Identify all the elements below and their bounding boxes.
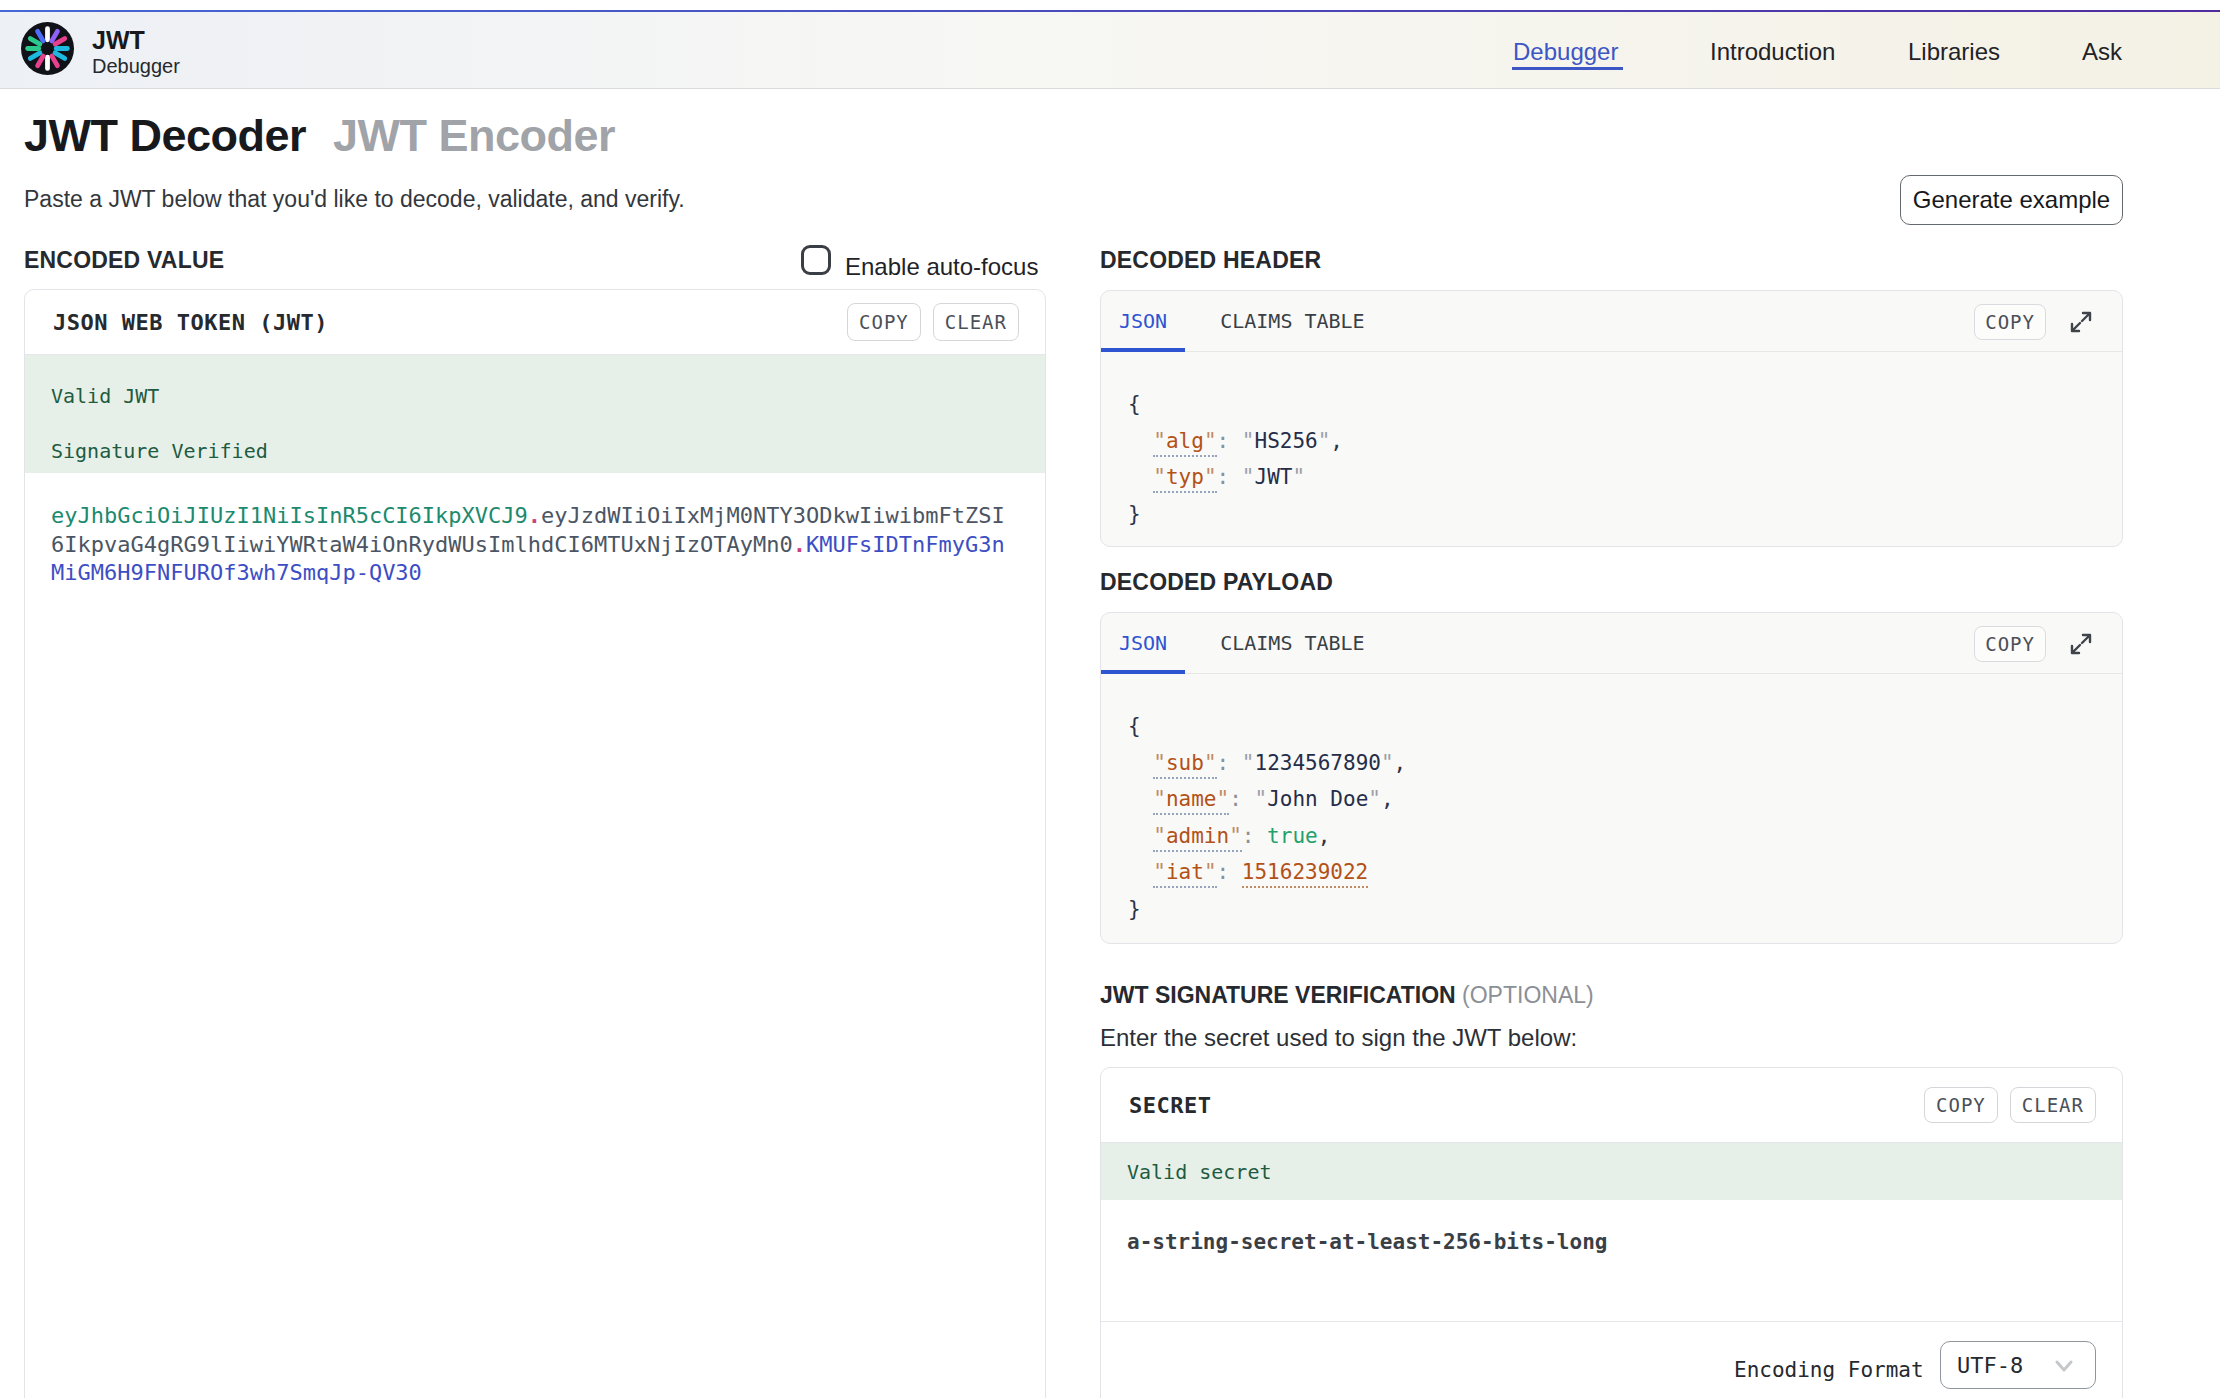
nav-link-debugger[interactable]: Debugger [1513,38,1618,66]
active-nav-underline [1512,67,1623,70]
secret-card-footer: Encoding Format UTF-8 [1101,1321,2122,1398]
decoded-payload-json: {"sub": "1234567890","name": "John Doe",… [1101,674,2122,942]
copy-payload-button[interactable]: COPY [1974,626,2046,662]
tab-claims-table[interactable]: CLAIMS TABLE [1202,613,1383,673]
brand-title[interactable]: JWT [92,26,145,55]
tab-json[interactable]: JSON [1101,613,1185,673]
top-strip [0,0,2220,10]
secret-value-input[interactable]: a-string-secret-at-least-256-bits-long [1101,1200,2122,1321]
signature-verified-status: Signature Verified [51,438,1017,464]
page-subtitle: Paste a JWT below that you'd like to dec… [24,186,685,213]
encoded-value-label: ENCODED VALUE [24,247,224,274]
expand-header-icon[interactable] [2068,309,2094,335]
tab-json[interactable]: JSON [1101,291,1185,351]
secret-card: SECRET COPY CLEAR Valid secret a-string-… [1100,1067,2123,1398]
encoded-token-card: JSON WEB TOKEN (JWT) COPY CLEAR Valid JW… [24,289,1046,1398]
jwt-token-text: eyJhbGciOiJIUzI1NiIsInR5cCI6IkpXVCJ9.eyJ… [51,502,1008,588]
enter-secret-instruction: Enter the secret used to sign the JWT be… [1100,1024,1577,1052]
generate-example-button[interactable]: Generate example [1900,175,2123,225]
encoding-format-label: Encoding Format [1734,1358,1924,1382]
signature-verification-label: JWT SIGNATURE VERIFICATION (OPTIONAL) [1100,982,1594,1009]
clear-secret-button[interactable]: CLEAR [2010,1087,2096,1123]
page-title: JWT Decoder JWT Encoder [24,112,615,160]
nav-link-libraries[interactable]: Libraries [1908,38,2000,66]
enable-autofocus-checkbox[interactable] [801,245,831,275]
nav-link-ask[interactable]: Ask [2082,38,2122,66]
decoded-header-tabs: JSON CLAIMS TABLE COPY [1101,291,2122,352]
tab-claims-table[interactable]: CLAIMS TABLE [1202,291,1383,351]
clear-token-button[interactable]: CLEAR [933,303,1019,341]
decoded-header-label: DECODED HEADER [1100,247,1321,274]
secret-card-header: SECRET COPY CLEAR [1101,1068,2122,1143]
decoded-header-card: JSON CLAIMS TABLE COPY {"alg": "HS256","… [1100,290,2123,547]
jwt-valid-status: Valid JWT [51,383,1017,409]
encoding-format-select[interactable]: UTF-8 [1940,1341,2096,1389]
token-editor[interactable]: eyJhbGciOiJIUzI1NiIsInR5cCI6IkpXVCJ9.eyJ… [25,473,1045,617]
title-encoder[interactable]: JWT Encoder [333,110,615,161]
top-navbar: JWT Debugger Debugger Introduction Libra… [0,12,2220,89]
secret-card-title: SECRET [1129,1093,1211,1118]
encoded-card-header: JSON WEB TOKEN (JWT) COPY CLEAR [25,290,1045,355]
chevron-down-icon [2053,1358,2075,1374]
copy-header-button[interactable]: COPY [1974,304,2046,340]
decoded-payload-tabs: JSON CLAIMS TABLE COPY [1101,613,2122,674]
brand-subtitle: Debugger [92,55,180,78]
decoded-payload-card: JSON CLAIMS TABLE COPY {"sub": "12345678… [1100,612,2123,944]
encoding-format-value: UTF-8 [1957,1353,2023,1378]
expand-payload-icon[interactable] [2068,631,2094,657]
secret-status-banner: Valid secret [1101,1143,2122,1200]
copy-token-button[interactable]: COPY [847,303,921,341]
enable-autofocus-label: Enable auto-focus [845,253,1038,281]
encoded-card-title: JSON WEB TOKEN (JWT) [53,310,328,335]
decoded-payload-label: DECODED PAYLOAD [1100,569,1333,596]
jwt-status-banner: Valid JWT Signature Verified [25,355,1045,473]
jwt-logo-icon[interactable] [21,22,74,75]
title-decoder[interactable]: JWT Decoder [24,110,306,161]
copy-secret-button[interactable]: COPY [1924,1087,1998,1123]
nav-link-introduction[interactable]: Introduction [1710,38,1835,66]
decoded-header-json: {"alg": "HS256","typ": "JWT"} [1101,352,2122,547]
